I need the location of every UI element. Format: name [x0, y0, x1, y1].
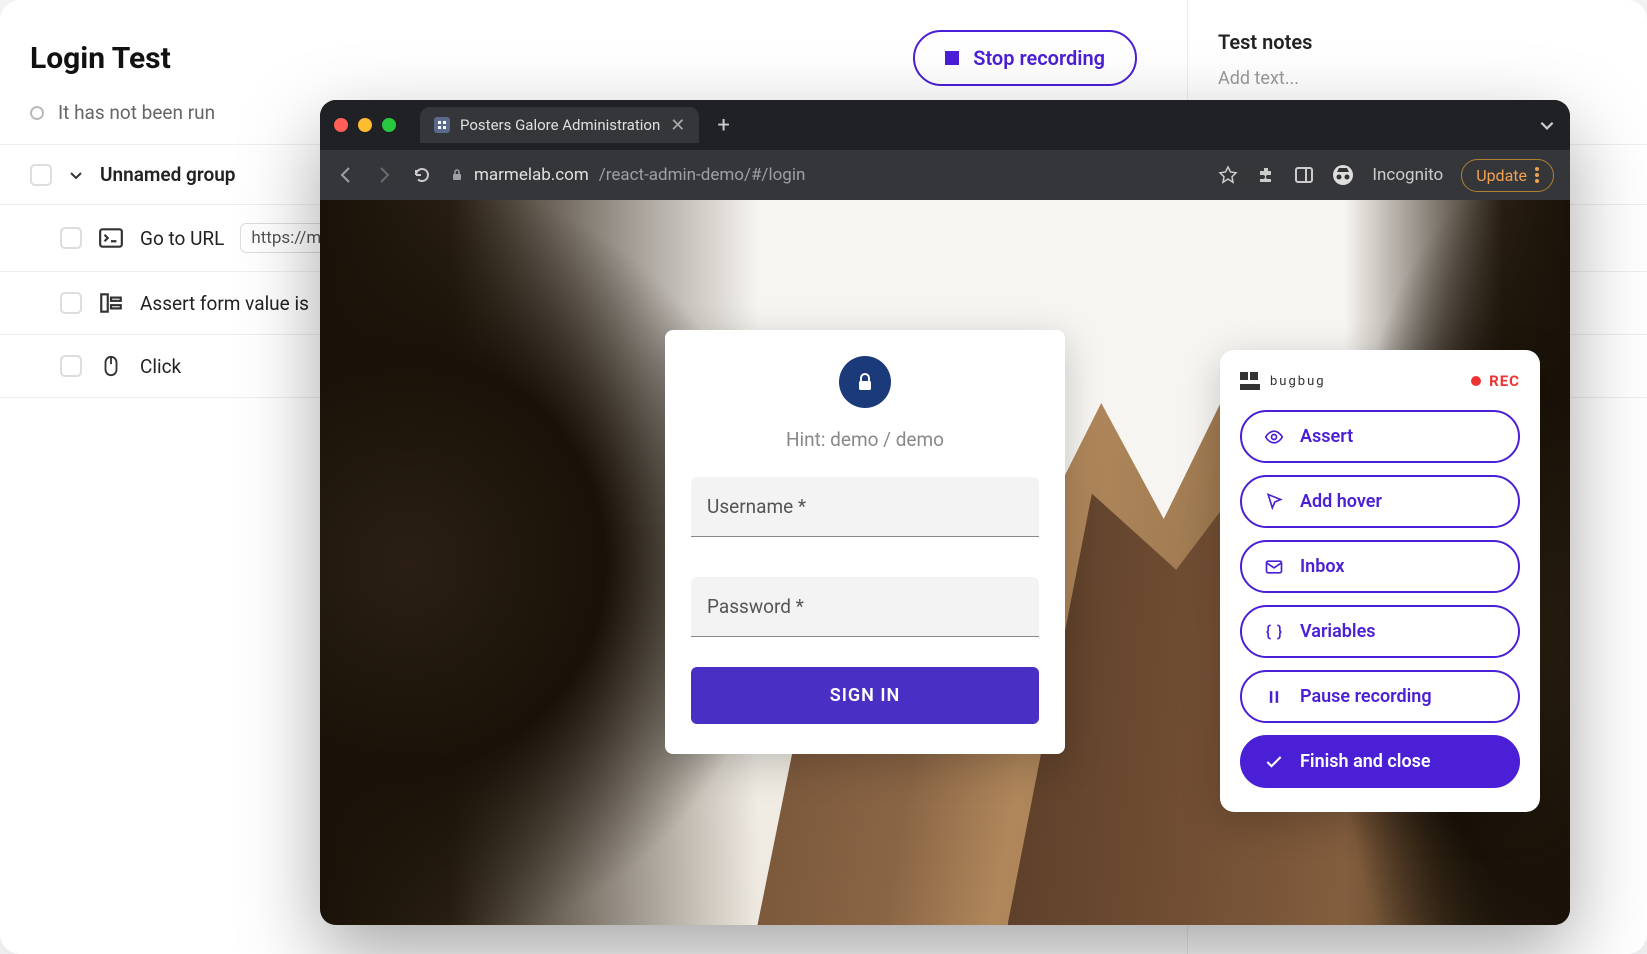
stop-recording-label: Stop recording: [973, 46, 1105, 70]
tabs-menu-icon[interactable]: [1538, 116, 1556, 134]
braces-icon: [1264, 622, 1284, 642]
eye-icon: [1264, 427, 1284, 447]
notes-input[interactable]: Add text...: [1218, 68, 1617, 89]
mail-icon: [1264, 557, 1284, 577]
variables-label: Variables: [1300, 621, 1376, 642]
close-window-icon[interactable]: [334, 118, 348, 132]
back-icon[interactable]: [336, 165, 356, 185]
terminal-icon: [98, 225, 124, 251]
add-hover-label: Add hover: [1300, 491, 1382, 512]
pause-icon: [1264, 687, 1284, 707]
assert-label: Assert: [1300, 426, 1353, 447]
page-title: Login Test: [30, 41, 171, 76]
pause-label: Pause recording: [1300, 686, 1432, 707]
finish-close-button[interactable]: Finish and close: [1240, 735, 1520, 788]
variables-button[interactable]: Variables: [1240, 605, 1520, 658]
check-icon: [1264, 752, 1284, 772]
page-viewport: Hint: demo / demo Username * Password * …: [320, 200, 1570, 925]
pause-recording-button[interactable]: Pause recording: [1240, 670, 1520, 723]
inbox-button[interactable]: Inbox: [1240, 540, 1520, 593]
bugbug-logo-text: bugbug: [1270, 374, 1326, 389]
chevron-down-icon: [68, 167, 84, 183]
update-label: Update: [1476, 166, 1527, 185]
step-label: Go to URL: [140, 227, 224, 250]
menu-dots-icon[interactable]: [1535, 167, 1539, 183]
bugbug-panel: bugbug REC Assert Add hover Inbox: [1220, 350, 1540, 812]
group-checkbox[interactable]: [30, 164, 52, 186]
address-bar: marmelab.com/react-admin-demo/#/login In…: [320, 150, 1570, 200]
lock-icon: [450, 168, 464, 182]
favicon-icon: [434, 117, 450, 133]
maximize-window-icon[interactable]: [382, 118, 396, 132]
rec-label: REC: [1489, 372, 1520, 390]
tab-title: Posters Galore Administration: [460, 116, 660, 134]
stop-icon: [945, 51, 959, 65]
url-field[interactable]: marmelab.com/react-admin-demo/#/login: [450, 165, 1200, 185]
url-path: /react-admin-demo/#/login: [599, 165, 806, 185]
login-hint: Hint: demo / demo: [691, 428, 1039, 451]
lock-avatar-icon: [839, 356, 891, 408]
star-icon[interactable]: [1218, 165, 1238, 185]
step-checkbox[interactable]: [60, 292, 82, 314]
browser-window: Posters Galore Administration ✕ + marmel…: [320, 100, 1570, 925]
notes-title: Test notes: [1218, 30, 1617, 54]
panel-icon[interactable]: [1294, 165, 1314, 185]
finish-label: Finish and close: [1300, 751, 1431, 772]
password-field[interactable]: Password *: [691, 577, 1039, 637]
assert-button[interactable]: Assert: [1240, 410, 1520, 463]
bugbug-logo-icon: [1240, 372, 1264, 390]
browser-tab[interactable]: Posters Galore Administration ✕: [420, 107, 699, 143]
reload-icon[interactable]: [412, 165, 432, 185]
step-label: Assert form value is: [140, 292, 309, 315]
username-field[interactable]: Username *: [691, 477, 1039, 537]
login-card: Hint: demo / demo Username * Password * …: [665, 330, 1065, 754]
toolbar-right: Incognito Update: [1218, 159, 1554, 192]
step-checkbox[interactable]: [60, 227, 82, 249]
url-domain: marmelab.com: [474, 165, 589, 185]
inbox-label: Inbox: [1300, 556, 1344, 577]
close-tab-icon[interactable]: ✕: [670, 115, 685, 136]
form-icon: [98, 290, 124, 316]
bugbug-header: bugbug REC: [1240, 372, 1520, 390]
recording-indicator: REC: [1471, 372, 1520, 390]
update-button[interactable]: Update: [1461, 159, 1554, 192]
extensions-icon[interactable]: [1256, 165, 1276, 185]
incognito-label: Incognito: [1372, 165, 1443, 185]
add-hover-button[interactable]: Add hover: [1240, 475, 1520, 528]
signin-button[interactable]: SIGN IN: [691, 667, 1039, 724]
tab-bar: Posters Galore Administration ✕ +: [320, 100, 1570, 150]
group-name: Unnamed group: [100, 163, 235, 186]
step-url-value: https://m: [240, 223, 332, 253]
forward-icon[interactable]: [374, 165, 394, 185]
rec-dot-icon: [1471, 376, 1481, 386]
status-text: It has not been run: [58, 101, 215, 124]
cursor-icon: [1264, 492, 1284, 512]
window-controls: [334, 118, 396, 132]
step-checkbox[interactable]: [60, 355, 82, 377]
bugbug-logo: bugbug: [1240, 372, 1326, 390]
incognito-icon: [1332, 164, 1354, 186]
stop-recording-button[interactable]: Stop recording: [913, 30, 1137, 86]
step-label: Click: [140, 355, 181, 378]
minimize-window-icon[interactable]: [358, 118, 372, 132]
new-tab-button[interactable]: +: [717, 113, 729, 138]
mouse-icon: [98, 353, 124, 379]
status-dot-icon: [30, 106, 44, 120]
